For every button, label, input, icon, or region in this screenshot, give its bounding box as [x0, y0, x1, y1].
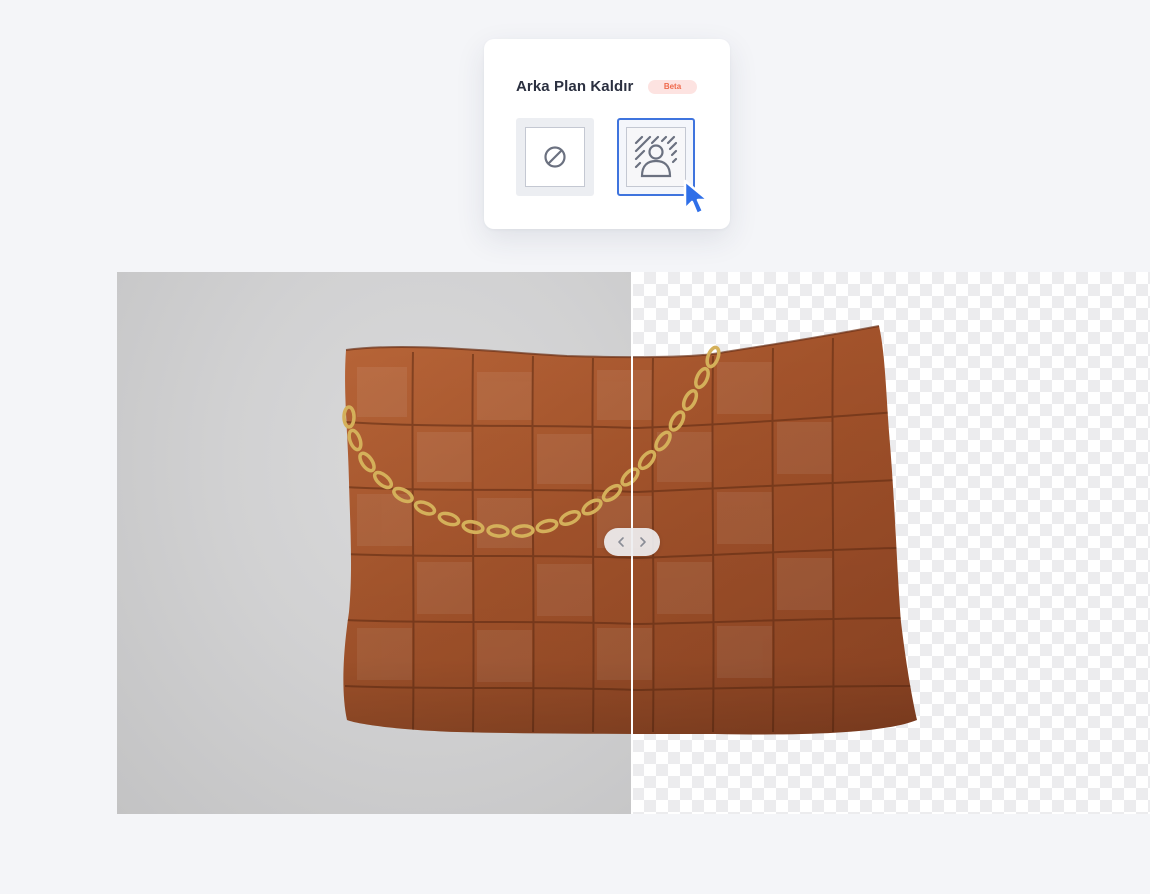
person-remove-background-icon — [634, 135, 678, 178]
mouse-pointer-icon — [683, 179, 710, 216]
compare-slider-handle[interactable] — [604, 528, 660, 556]
before-after-comparison[interactable] — [117, 272, 1150, 814]
chevron-left-icon — [618, 537, 624, 547]
beta-badge: Beta — [648, 80, 697, 94]
panel-title: Arka Plan Kaldır — [516, 78, 634, 95]
background-remove-panel: Arka Plan Kaldır Beta — [484, 39, 730, 229]
no-symbol-icon — [544, 146, 566, 168]
chevron-right-icon — [640, 537, 646, 547]
option-none-button[interactable] — [516, 118, 594, 196]
